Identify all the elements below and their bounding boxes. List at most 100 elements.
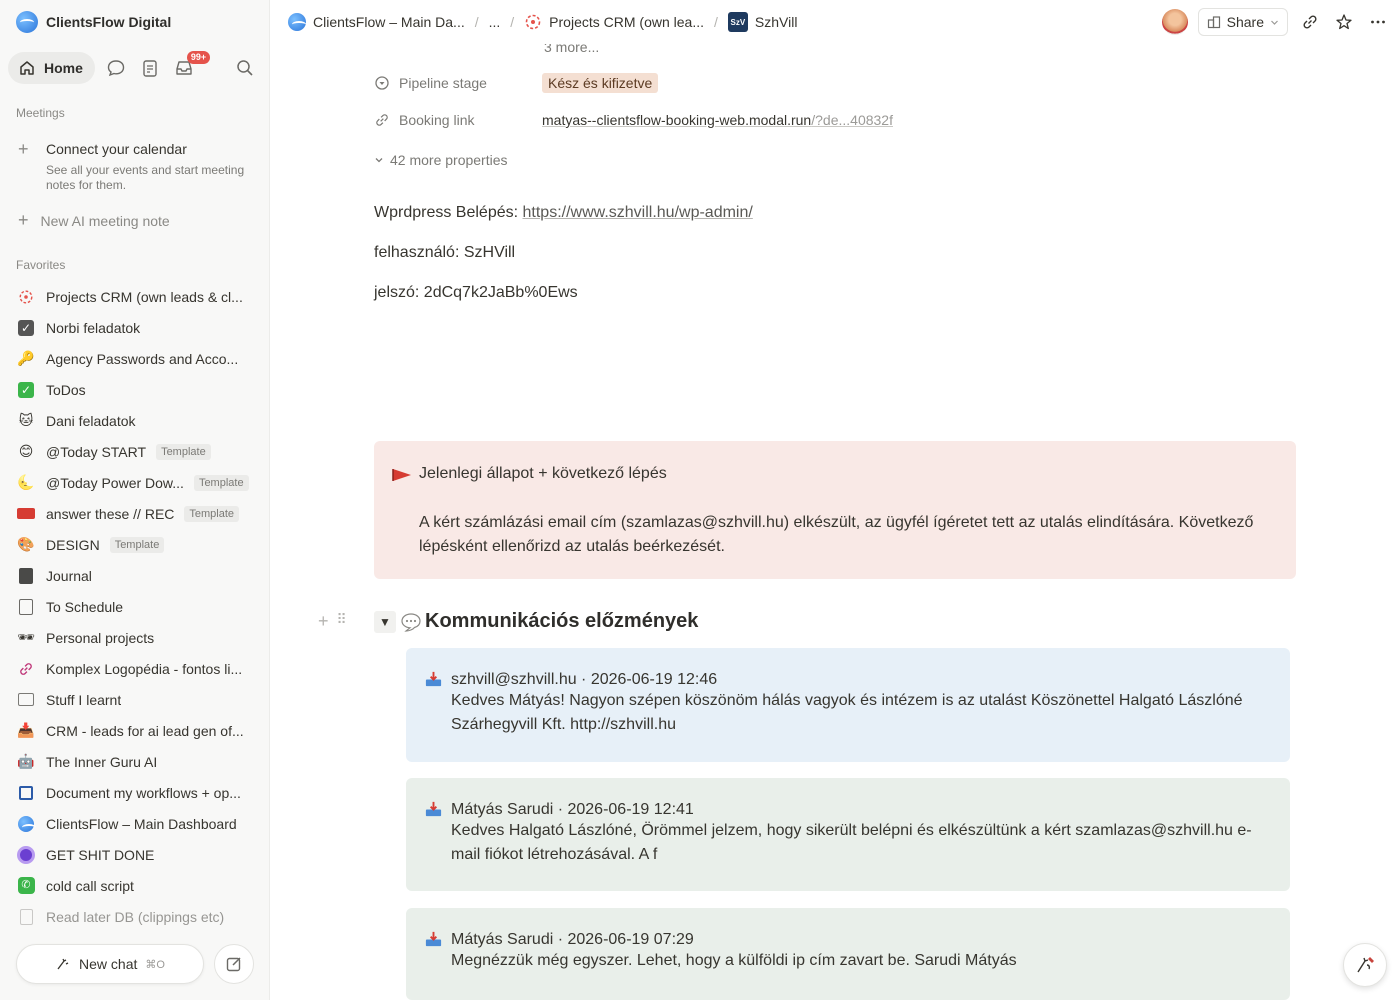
status-icon xyxy=(375,76,389,90)
check-icon: ✓ xyxy=(16,380,36,400)
link-icon xyxy=(376,114,388,126)
workspace-name: ClientsFlow Digital xyxy=(46,14,172,30)
breadcrumb-separator: / xyxy=(714,14,718,30)
favorite-item[interactable]: Stuff I learnt xyxy=(16,684,262,715)
more-items-link[interactable]: 3 more... xyxy=(544,44,599,55)
favorite-item-label: @Today START xyxy=(46,443,147,460)
callout-body: A kért számlázási email cím (szamlazas@s… xyxy=(419,514,1254,555)
favorite-item[interactable]: 🌜 @Today Power Dow... Template xyxy=(16,467,262,498)
toggle-arrow-icon[interactable]: ▼ xyxy=(374,610,396,633)
favorite-button[interactable] xyxy=(1332,8,1356,36)
wordpress-admin-link[interactable]: https://www.szhvill.hu/wp-admin/ xyxy=(523,204,753,221)
favorite-item[interactable]: 🎨 DESIGN Template xyxy=(16,529,262,560)
tasks-button[interactable] xyxy=(133,52,167,84)
template-badge: Template xyxy=(184,505,240,522)
new-ai-meeting-note-label: New AI meeting note xyxy=(40,213,170,229)
workspace-logo-icon xyxy=(16,11,38,33)
block-gutter: + ⠿ xyxy=(318,611,374,632)
section-heading-row: + ⠿ ▼ Kommunikációs előzmények xyxy=(318,610,698,633)
key-icon: 🔑 xyxy=(17,350,35,366)
workspace-switcher[interactable]: ClientsFlow Digital xyxy=(16,10,171,34)
compose-button[interactable] xyxy=(214,944,254,984)
favorite-item[interactable]: Projects CRM (own leads & cl... xyxy=(16,281,262,312)
favorite-item[interactable]: Journal xyxy=(16,560,262,591)
chevron-down-icon xyxy=(1271,20,1278,25)
favorite-item-label: Read later DB (clippings etc) xyxy=(46,908,225,925)
pipeline-stage-value[interactable]: Kész és kifizetve xyxy=(542,73,659,93)
more-horizontal-icon xyxy=(1371,20,1385,24)
favorite-item[interactable]: GET SHIT DONE xyxy=(16,839,262,870)
journal-icon xyxy=(16,566,36,586)
red-flag-icon xyxy=(392,469,411,481)
username-line: felhasználó: SzHVill xyxy=(374,244,516,261)
meetings-section-label: Meetings xyxy=(16,106,65,120)
breadcrumb-separator: / xyxy=(510,14,515,30)
breadcrumb-ellipsis[interactable]: ... xyxy=(489,14,501,30)
booking-link-tail: /?de...40832f xyxy=(811,112,893,128)
status-callout: Jelenlegi állapot + következő lépés A ké… xyxy=(374,441,1296,579)
favorite-item[interactable]: Read later DB (clippings etc) xyxy=(16,901,262,932)
favorite-item-label: Agency Passwords and Acco... xyxy=(46,350,239,367)
share-button[interactable]: Share xyxy=(1197,8,1288,36)
property-booking-link: Booking link matyas--clientsflow-booking… xyxy=(374,112,893,128)
message-card[interactable]: szhvill@szhvill.hu · 2026-06-19 12:46 Ked… xyxy=(406,648,1290,762)
inbox-icon: 📥 xyxy=(17,722,35,738)
message-card[interactable]: Mátyás Sarudi · 2026-06-19 12:41 Kedves H… xyxy=(406,778,1290,891)
search-button[interactable] xyxy=(228,52,262,84)
favorite-item[interactable]: 😊 @Today START Template xyxy=(16,436,262,467)
template-badge: Template xyxy=(109,536,165,553)
message-meta: szhvill@szhvill.hu · 2026-06-19 12:46 xyxy=(451,670,718,688)
favorite-item[interactable]: 🔑 Agency Passwords and Acco... xyxy=(16,343,262,374)
booking-link-main: matyas--clientsflow-booking-web.modal.ru… xyxy=(542,112,812,128)
target-icon xyxy=(16,845,36,865)
breadcrumb-ellipsis-label: ... xyxy=(488,14,501,30)
plus-icon: + xyxy=(18,210,29,230)
favorite-item[interactable]: answer these // REC Template xyxy=(16,498,262,529)
wordpress-login-label: Wprdpress Belépés: xyxy=(374,204,523,221)
crm-icon xyxy=(525,14,541,30)
favorite-item[interactable]: ✓ Norbi feladatok xyxy=(16,312,262,343)
favorite-item[interactable]: ClientsFlow – Main Dashboard xyxy=(16,808,262,839)
chevron-down-icon xyxy=(375,158,383,163)
palette-icon: 🎨 xyxy=(17,536,35,552)
favorite-item[interactable]: ✆ cold call script xyxy=(16,870,262,901)
drag-handle-icon[interactable]: ⠿ xyxy=(337,611,347,632)
more-properties-toggle[interactable]: 42 more properties xyxy=(374,152,508,168)
copy-link-button[interactable] xyxy=(1298,8,1322,36)
favorite-item[interactable]: 🤖 The Inner Guru AI xyxy=(16,746,262,777)
favorite-item[interactable]: 📥 CRM - leads for ai lead gen of... xyxy=(16,715,262,746)
booking-link-value[interactable]: matyas--clientsflow-booking-web.modal.ru… xyxy=(542,112,893,128)
add-block-icon[interactable]: + xyxy=(318,611,329,632)
breadcrumb-projects-crm[interactable]: Projects CRM (own lea... xyxy=(524,13,704,31)
favorite-item-label: CRM - leads for ai lead gen of... xyxy=(46,722,244,739)
new-ai-meeting-note[interactable]: + New AI meeting note xyxy=(18,210,170,231)
section-title: Kommunikációs előzmények xyxy=(425,610,699,632)
favorite-item[interactable]: To Schedule xyxy=(16,591,262,622)
favorite-item[interactable]: Komplex Logopédia - fontos li... xyxy=(16,653,262,684)
message-card[interactable]: Mátyás Sarudi · 2026-06-19 07:29 Megnézzü… xyxy=(406,908,1290,1000)
home-label: Home xyxy=(44,60,83,76)
home-button[interactable]: Home xyxy=(8,52,95,84)
chip-icon xyxy=(16,783,36,803)
clipboard-icon xyxy=(143,60,157,77)
breadcrumb-dashboard[interactable]: ClientsFlow – Main Da... xyxy=(288,13,465,31)
inbox-button[interactable]: 99+ xyxy=(167,51,211,84)
top-bar-actions: Share xyxy=(1161,8,1390,36)
avatar[interactable] xyxy=(1161,9,1188,35)
message-body: Kedves Mátyás! Nagyon szépen köszönöm há… xyxy=(451,692,1243,733)
booking-link-label: Booking link xyxy=(399,112,475,128)
more-options-button[interactable] xyxy=(1366,8,1390,36)
new-chat-button[interactable]: New chat ⌘O xyxy=(16,944,204,984)
chat-button[interactable] xyxy=(99,52,133,84)
breadcrumb-szhvill[interactable]: SzV SzhVill xyxy=(727,12,797,32)
new-chat-shortcut: ⌘O xyxy=(145,958,165,971)
favorite-item[interactable]: 🕶 Personal projects xyxy=(16,622,262,653)
favorite-item[interactable]: Document my workflows + op... xyxy=(16,777,262,808)
ai-assistant-button[interactable] xyxy=(1343,943,1387,987)
favorite-item[interactable]: 🐱 Dani feladatok xyxy=(16,405,262,436)
pipeline-stage-label: Pipeline stage xyxy=(399,75,487,91)
more-properties-label: 42 more properties xyxy=(390,152,508,168)
top-bar: ClientsFlow – Main Da... / ... / Project… xyxy=(270,0,1400,44)
favorite-item[interactable]: ✓ ToDos xyxy=(16,374,262,405)
assistant-face-icon xyxy=(1357,957,1374,973)
